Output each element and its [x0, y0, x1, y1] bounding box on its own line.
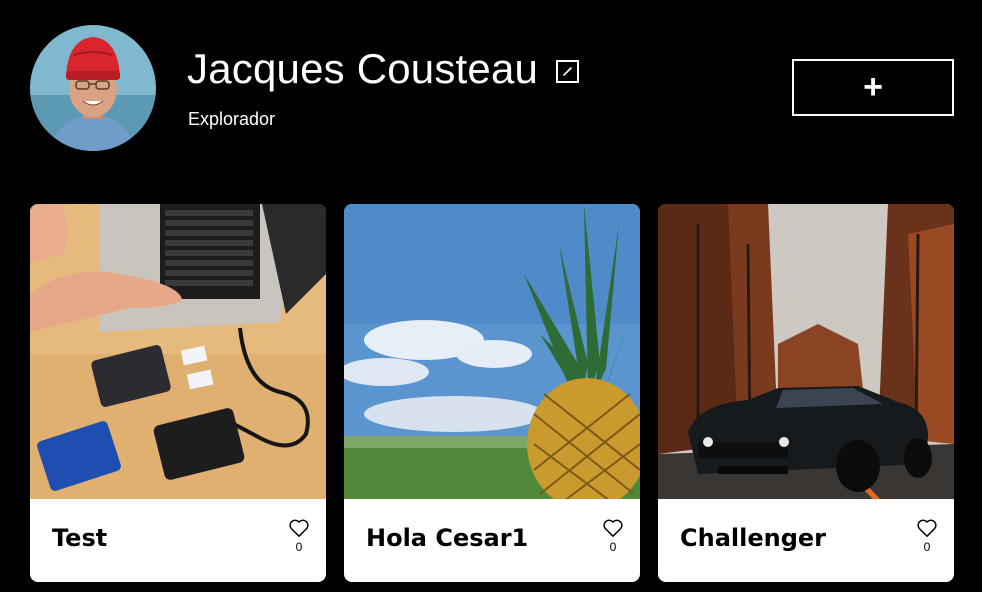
- post-card[interactable]: Challenger 0: [658, 204, 954, 582]
- heart-icon: [917, 519, 937, 537]
- heart-icon: [289, 519, 309, 537]
- profile-name: Jacques Cousteau: [187, 45, 539, 92]
- avatar-photo: [30, 25, 156, 151]
- like-button[interactable]: 0: [915, 518, 939, 554]
- black-car-forest-photo: [658, 204, 954, 499]
- card-title: Challenger: [680, 524, 827, 552]
- like-count: 0: [923, 540, 931, 554]
- like-button[interactable]: 0: [601, 518, 625, 554]
- card-title: Hola Cesar1: [366, 524, 529, 552]
- pineapple-photo: [344, 204, 640, 499]
- post-card[interactable]: Hola Cesar1 0: [344, 204, 640, 582]
- post-card[interactable]: Test 0: [30, 204, 326, 582]
- profile-name-row: Jacques Cousteau: [187, 44, 580, 94]
- avatar: [30, 25, 156, 151]
- card-title: Test: [52, 524, 108, 552]
- like-count: 0: [609, 540, 617, 554]
- profile-page: Jacques Cousteau Explorador + Test 0 Hol…: [0, 0, 982, 592]
- edit-profile-button[interactable]: [556, 59, 580, 83]
- add-post-button[interactable]: +: [792, 59, 954, 116]
- heart-icon: [603, 519, 623, 537]
- like-count: 0: [295, 540, 303, 554]
- like-button[interactable]: 0: [287, 518, 311, 554]
- pencil-icon: [563, 66, 572, 76]
- profile-role: Explorador: [188, 109, 276, 129]
- laptop-and-ssd-photo: [30, 204, 326, 499]
